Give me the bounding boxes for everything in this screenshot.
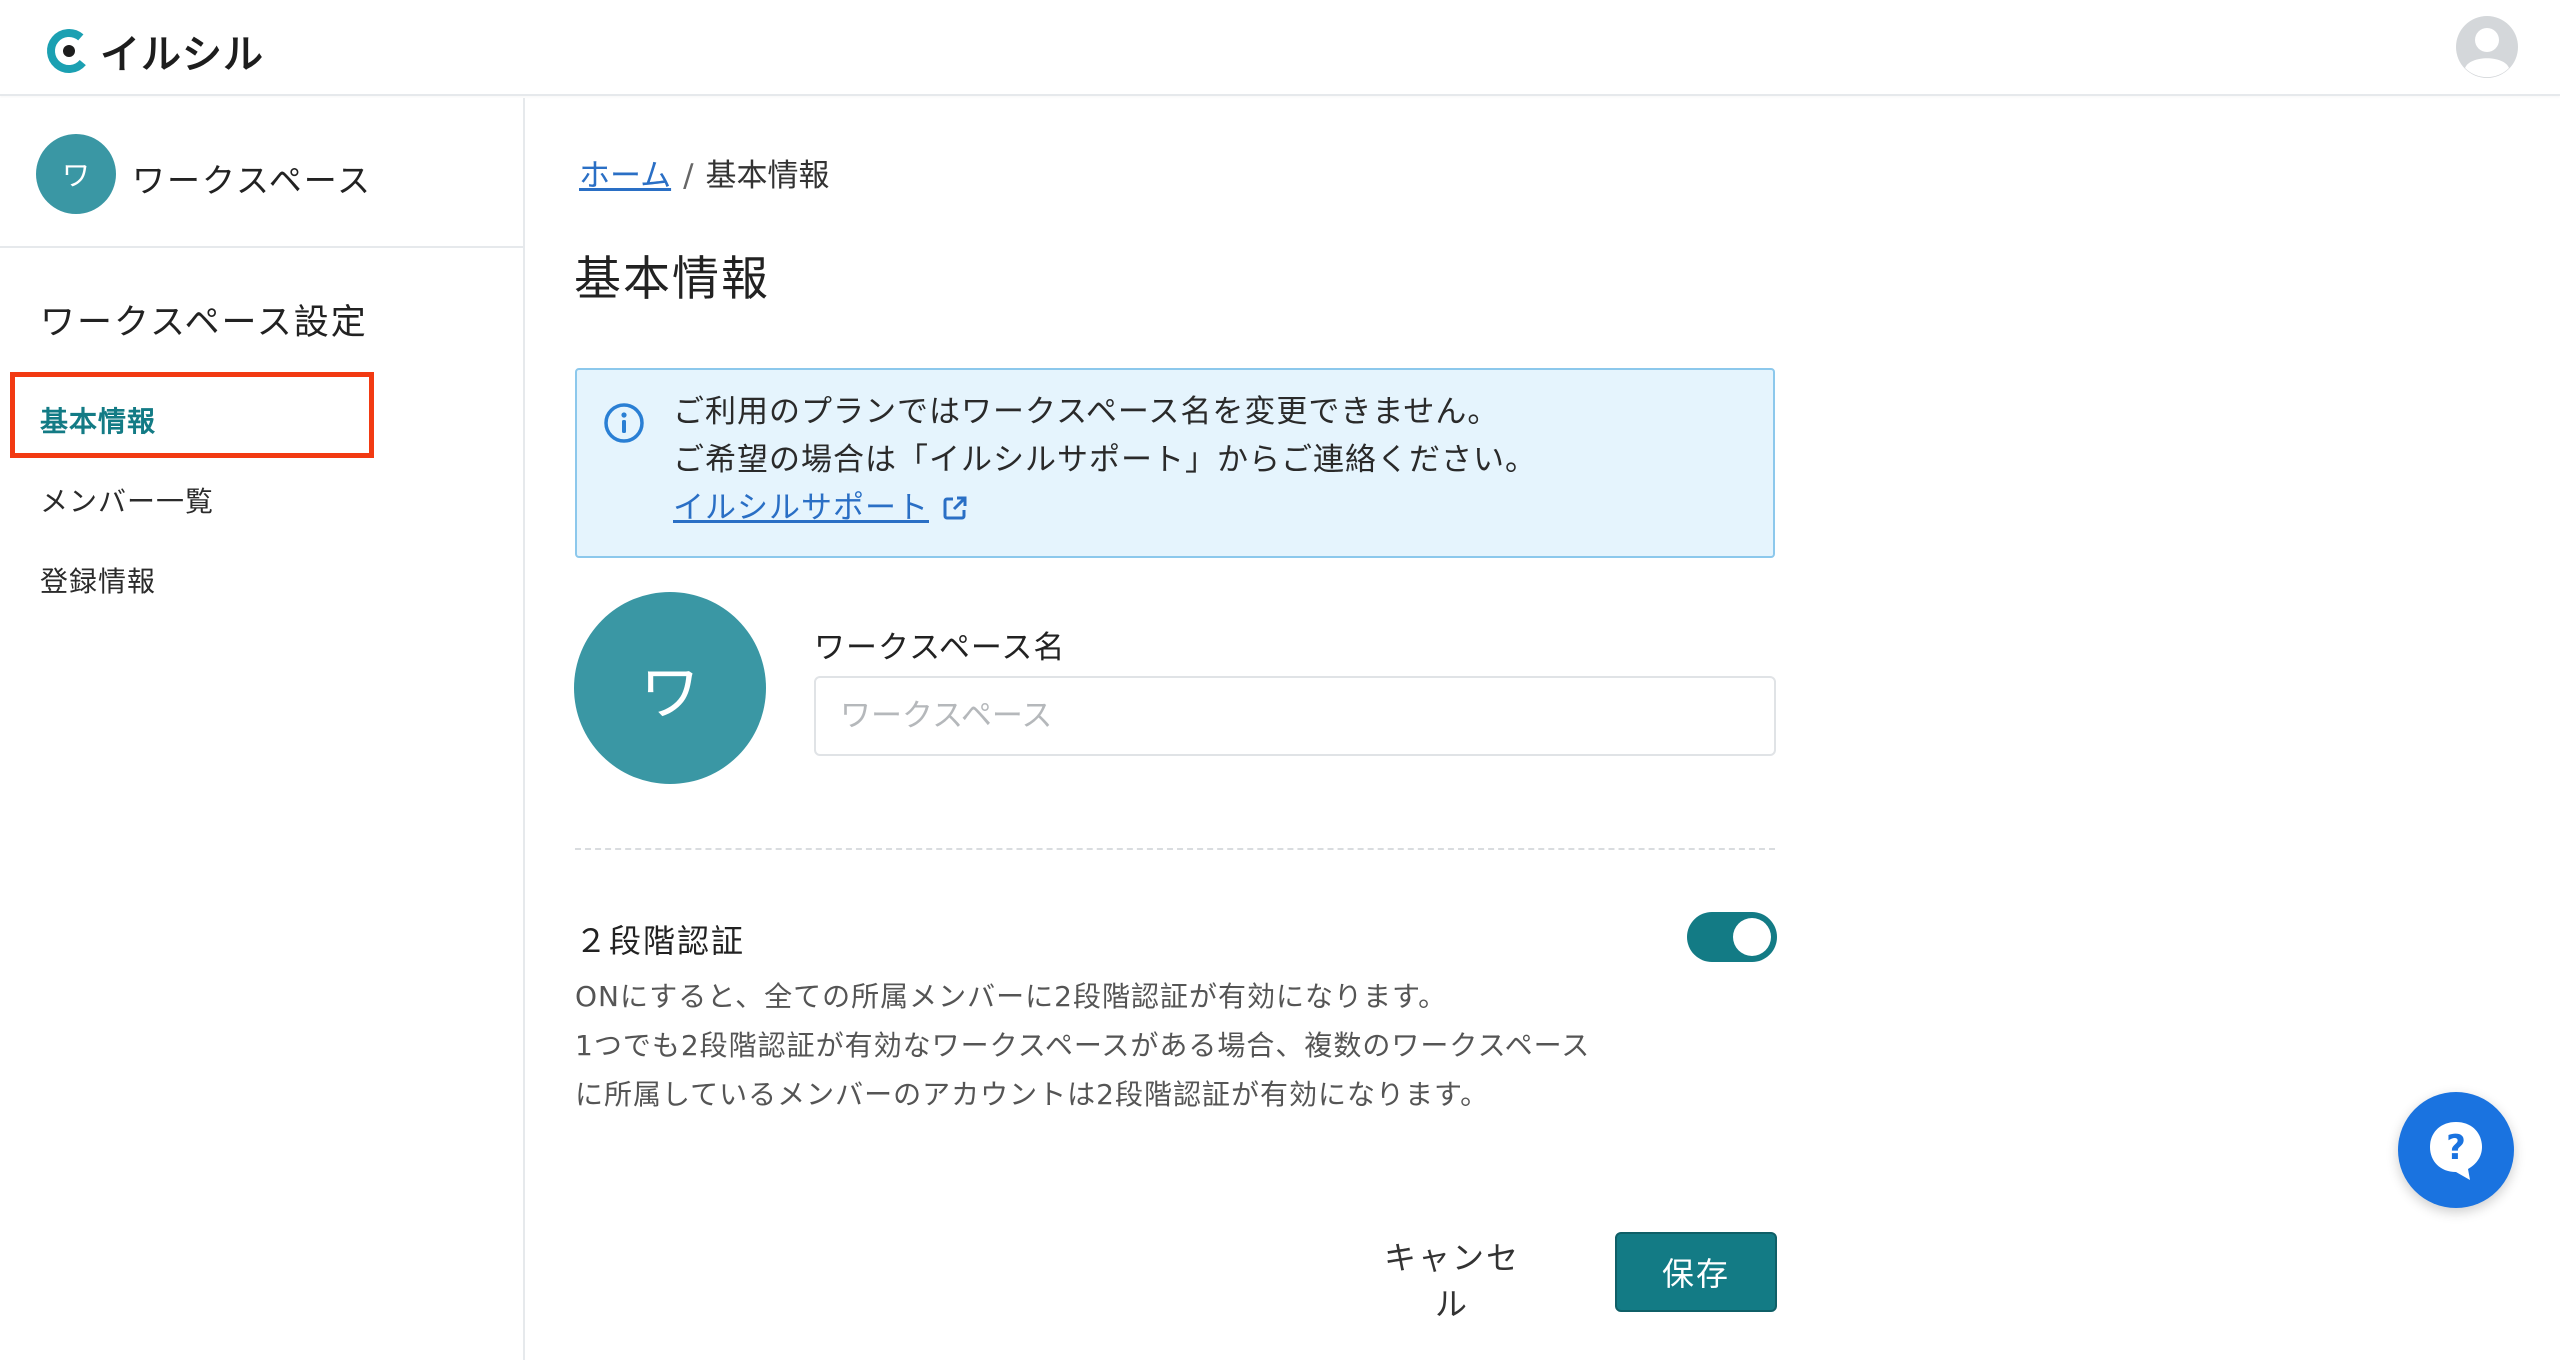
breadcrumb-separator: / xyxy=(683,158,694,194)
main-content: ホーム / 基本情報 基本情報 ご利用のプランではワークスペース名を変更できません。… xyxy=(527,98,2560,1360)
breadcrumb-current: 基本情報 xyxy=(705,158,830,194)
info-message: ご利用のプランではワークスペース名を変更できません。 ご希望の場合は「イルシルサ… xyxy=(673,388,1537,532)
workspace-name-label: ワークスペース名 xyxy=(814,630,1066,666)
workspace-name: ワークスペース xyxy=(132,161,373,200)
two-factor-desc-line-1: ONにすると、全ての所属メンバーに2段階認証が有効になります。 xyxy=(575,980,1448,1013)
workspace-header[interactable]: ワ ワークスペース xyxy=(0,98,523,248)
svg-text:?: ? xyxy=(2446,1128,2466,1168)
user-avatar-icon[interactable] xyxy=(2454,14,2520,80)
breadcrumb-home-link[interactable]: ホーム xyxy=(579,158,671,194)
two-factor-toggle[interactable] xyxy=(1687,912,1777,962)
two-factor-desc-line-3: に所属しているメンバーのアカウントは2段階認証が有効になります。 xyxy=(575,1078,1490,1111)
help-chat-button[interactable]: ? xyxy=(2398,1092,2514,1208)
sidebar-item-basic-info[interactable]: 基本情報 xyxy=(40,400,156,440)
page-title: 基本情報 xyxy=(574,252,770,307)
workspace-avatar: ワ xyxy=(36,134,116,214)
support-link-label: イルシルサポート xyxy=(673,490,929,526)
toggle-knob xyxy=(1733,918,1771,956)
two-factor-description: ONにすると、全ての所属メンバーに2段階認証が有効になります。 1つでも2段階認… xyxy=(575,972,1590,1119)
info-notice: ご利用のプランではワークスペース名を変更できません。 ご希望の場合は「イルシルサ… xyxy=(575,368,1775,558)
section-divider xyxy=(575,848,1775,850)
app-logo[interactable]: イルシル xyxy=(46,22,264,80)
app-header: イルシル xyxy=(0,0,2560,96)
logo-mark-icon xyxy=(47,29,91,73)
logo-text: イルシル xyxy=(100,32,264,78)
workspace-icon-avatar[interactable]: ワ xyxy=(574,592,766,784)
workspace-name-input[interactable] xyxy=(814,676,1776,756)
help-question-icon: ? xyxy=(2430,1122,2482,1180)
info-line-2: ご希望の場合は「イルシルサポート」からご連絡ください。 xyxy=(673,442,1537,478)
info-line-1: ご利用のプランではワークスペース名を変更できません。 xyxy=(673,394,1500,430)
support-link[interactable]: イルシルサポート xyxy=(673,484,969,532)
sidebar: ワ ワークスペース ワークスペース設定 基本情報 メンバー一覧 登録情報 xyxy=(0,98,525,1360)
two-factor-title: ２段階認証 xyxy=(575,922,746,960)
sidebar-section-title: ワークスペース設定 xyxy=(40,303,368,343)
breadcrumb: ホーム / 基本情報 xyxy=(579,150,830,195)
save-button[interactable]: 保存 xyxy=(1615,1232,1777,1312)
sidebar-item-registration-info[interactable]: 登録情報 xyxy=(40,560,156,600)
external-link-icon xyxy=(943,496,967,520)
two-factor-desc-line-2: 1つでも2段階認証が有効なワークスペースがある場合、複数のワークスペース xyxy=(575,1029,1591,1062)
cancel-button[interactable]: キャンセル xyxy=(1377,1232,1527,1323)
info-icon xyxy=(604,403,644,443)
sidebar-item-member-list[interactable]: メンバー一覧 xyxy=(40,480,214,520)
